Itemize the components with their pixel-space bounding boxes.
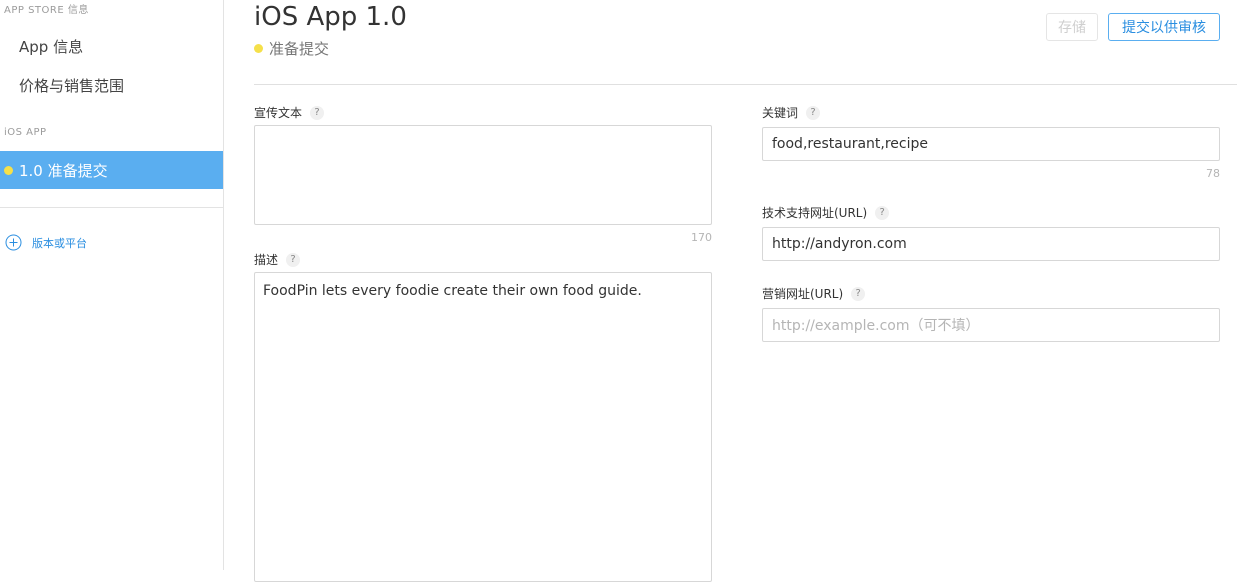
sidebar-section-ios-app: iOS APP [4, 127, 47, 138]
support-url-field[interactable]: http://andyron.com [762, 227, 1220, 261]
plus-circle-icon [5, 234, 22, 251]
promo-text-label: 宣传文本 ? [254, 104, 325, 121]
marketing-url-label-text: 营销网址(URL) [762, 287, 844, 301]
keywords-field[interactable]: food,restaurant,recipe [762, 127, 1220, 161]
promo-text-label-text: 宣传文本 [254, 106, 303, 120]
support-url-label-text: 技术支持网址(URL) [762, 206, 868, 220]
help-icon[interactable]: ? [851, 286, 866, 301]
page-title: iOS App 1.0 [254, 2, 407, 32]
marketing-url-field[interactable]: http://example.com（可不填） [762, 308, 1220, 342]
status-indicator: 准备提交 [254, 38, 329, 59]
marketing-url-label: 营销网址(URL) ? [762, 285, 866, 302]
sidebar-item-app-info[interactable]: App 信息 [19, 36, 83, 57]
save-button[interactable]: 存储 [1046, 13, 1098, 41]
keywords-counter: 78 [1206, 167, 1220, 180]
sidebar: APP STORE 信息 App 信息 价格与销售范围 iOS APP 1.0 … [0, 0, 224, 570]
submit-for-review-button[interactable]: 提交以供审核 [1108, 13, 1220, 41]
status-dot-icon [4, 165, 13, 175]
header-divider [254, 84, 1237, 85]
sidebar-item-version-active[interactable]: 1.0 准备提交 [0, 151, 223, 189]
help-icon[interactable]: ? [806, 105, 821, 120]
sidebar-divider [0, 207, 223, 208]
promo-text-field[interactable] [254, 125, 712, 225]
add-version-label: 版本或平台 [32, 236, 87, 250]
help-icon[interactable]: ? [875, 205, 890, 220]
help-icon[interactable]: ? [310, 105, 325, 120]
sidebar-section-app-store: APP STORE 信息 [4, 5, 89, 16]
support-url-label: 技术支持网址(URL) ? [762, 204, 890, 221]
sidebar-item-version-label: 1.0 准备提交 [19, 161, 108, 180]
sidebar-item-pricing[interactable]: 价格与销售范围 [19, 75, 124, 96]
description-field[interactable]: FoodPin lets every foodie create their o… [254, 272, 712, 582]
status-dot-icon [254, 44, 263, 53]
promo-text-counter: 170 [691, 231, 712, 244]
keywords-label-text: 关键词 [762, 106, 799, 120]
description-label-text: 描述 [254, 253, 279, 267]
help-icon[interactable]: ? [286, 252, 301, 267]
add-version-button[interactable]: 版本或平台 [5, 234, 87, 251]
description-label: 描述 ? [254, 251, 301, 268]
keywords-label: 关键词 ? [762, 104, 821, 121]
status-label: 准备提交 [269, 40, 330, 58]
